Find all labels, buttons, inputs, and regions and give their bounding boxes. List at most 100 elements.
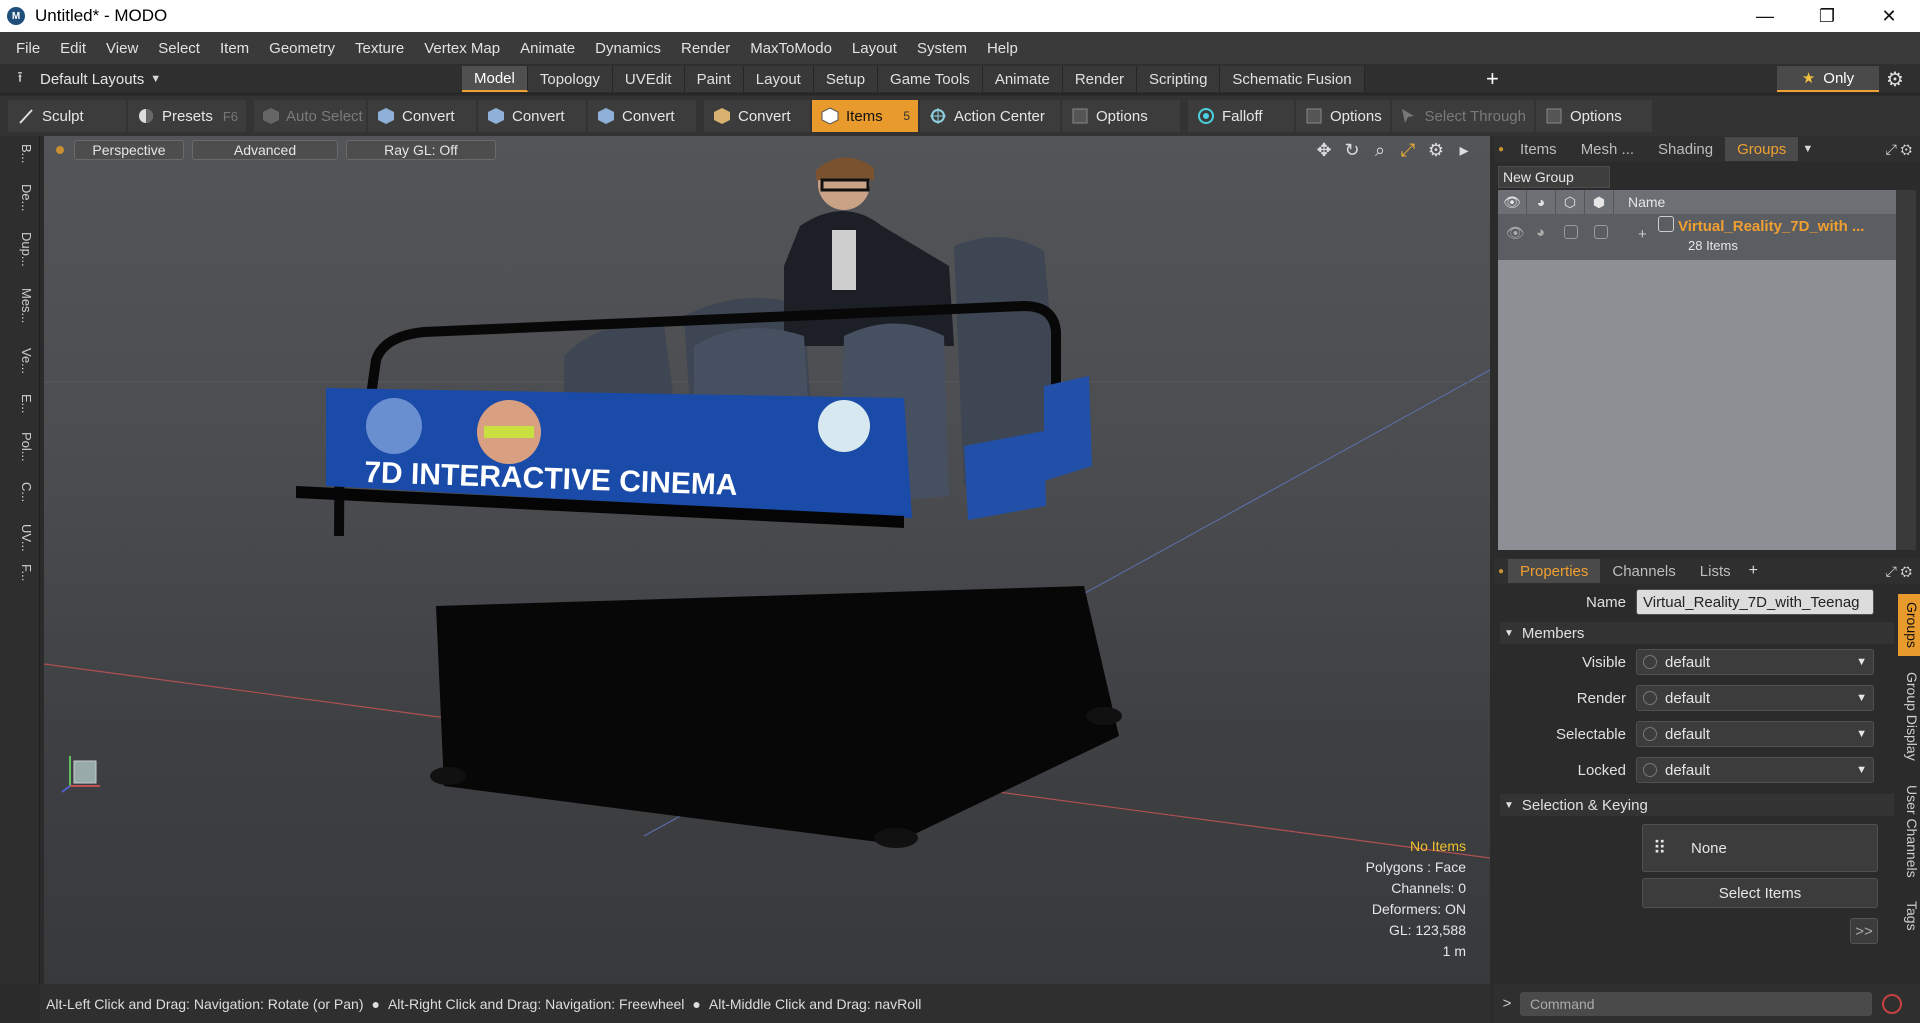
name-field[interactable]: Virtual_Reality_7D_with_Teenag bbox=[1636, 589, 1874, 615]
menu-item[interactable]: Item bbox=[210, 40, 259, 57]
menu-file[interactable]: File bbox=[6, 40, 50, 57]
tab-animate[interactable]: Animate bbox=[982, 66, 1063, 92]
left-tab-uv[interactable]: UV... bbox=[6, 524, 34, 552]
tab-layout[interactable]: Layout bbox=[743, 66, 814, 92]
menu-select[interactable]: Select bbox=[148, 40, 210, 57]
tab-lists[interactable]: Lists bbox=[1688, 559, 1743, 583]
group-row[interactable]: 👁 ◕ + Virtual_Reality_7D_with ... 28 Ite… bbox=[1498, 214, 1896, 260]
side-tab-tags[interactable]: Tags bbox=[1898, 896, 1920, 936]
menu-vertex-map[interactable]: Vertex Map bbox=[414, 40, 510, 57]
options-button-3[interactable]: Options bbox=[1536, 100, 1652, 132]
tab-shading[interactable]: Shading bbox=[1646, 137, 1725, 161]
convert-button-3[interactable]: Convert bbox=[588, 100, 696, 132]
expand-panel-icon[interactable]: ⤢ ⚙ bbox=[1886, 141, 1912, 158]
view-perspective-button[interactable]: Perspective bbox=[74, 140, 184, 160]
tab-topology[interactable]: Topology bbox=[527, 66, 613, 92]
menu-edit[interactable]: Edit bbox=[50, 40, 96, 57]
shading-advanced-button[interactable]: Advanced bbox=[192, 140, 338, 160]
side-tab-user-channels[interactable]: User Channels bbox=[1898, 776, 1920, 886]
tab-render[interactable]: Render bbox=[1062, 66, 1138, 92]
collapse-arrow-icon[interactable]: ⭱ bbox=[0, 67, 40, 92]
render-dropdown[interactable]: default ▼ bbox=[1636, 685, 1874, 711]
sculpt-button[interactable]: Sculpt bbox=[8, 100, 126, 132]
tab-channels[interactable]: Channels bbox=[1600, 559, 1687, 583]
left-tab-vertex[interactable]: Ve... bbox=[6, 348, 34, 374]
viewport-gear-icon[interactable]: ⚙ bbox=[1422, 140, 1450, 161]
side-tab-group-display[interactable]: Group Display bbox=[1898, 666, 1920, 766]
convert-button-2[interactable]: Convert bbox=[478, 100, 586, 132]
menu-render[interactable]: Render bbox=[671, 40, 740, 57]
minimize-button[interactable]: — bbox=[1734, 0, 1796, 32]
new-group-button[interactable]: New Group bbox=[1498, 166, 1610, 188]
move-view-icon[interactable]: ✥ bbox=[1310, 140, 1338, 161]
left-tab-deform[interactable]: De... bbox=[6, 184, 34, 211]
tab-mesh[interactable]: Mesh ... bbox=[1569, 137, 1646, 161]
lock-icon[interactable]: ⬡ bbox=[1556, 190, 1585, 214]
left-tab-polygon[interactable]: Pol... bbox=[6, 432, 34, 462]
menu-system[interactable]: System bbox=[907, 40, 977, 57]
menu-maxtomodo[interactable]: MaxToModo bbox=[740, 40, 842, 57]
tab-groups[interactable]: Groups bbox=[1725, 137, 1799, 161]
left-tab-duplicate[interactable]: Dup... bbox=[6, 232, 34, 267]
convert-button-4[interactable]: Convert bbox=[704, 100, 810, 132]
selection-keying-section[interactable]: ▼ Selection & Keying bbox=[1500, 794, 1894, 816]
visible-dropdown[interactable]: default ▼ bbox=[1636, 649, 1874, 675]
left-tab-mesh-edit[interactable]: Mes... bbox=[6, 288, 34, 323]
left-tab-fusion[interactable]: F... bbox=[6, 564, 34, 581]
row-select-checkbox[interactable] bbox=[1594, 225, 1608, 239]
menu-view[interactable]: View bbox=[96, 40, 148, 57]
gear-icon[interactable]: ⚙ bbox=[1886, 67, 1904, 92]
convert-button-1[interactable]: Convert bbox=[368, 100, 476, 132]
tab-paint[interactable]: Paint bbox=[684, 66, 744, 92]
falloff-button[interactable]: Falloff bbox=[1188, 100, 1294, 132]
menu-animate[interactable]: Animate bbox=[510, 40, 585, 57]
visibility-eye-icon[interactable]: 👁 bbox=[1498, 190, 1527, 214]
tab-properties[interactable]: Properties bbox=[1508, 559, 1601, 583]
tab-uvedit[interactable]: UVEdit bbox=[612, 66, 685, 92]
row-lock-checkbox[interactable] bbox=[1564, 225, 1578, 239]
fit-view-icon[interactable]: ⤢ bbox=[1394, 140, 1422, 161]
select-through-button[interactable]: Select Through bbox=[1392, 100, 1534, 132]
render-icon[interactable]: ◕ bbox=[1527, 190, 1556, 214]
add-tab-icon[interactable]: + bbox=[1749, 562, 1758, 580]
tab-model[interactable]: Model bbox=[462, 66, 528, 92]
presets-button[interactable]: Presets F6 bbox=[128, 100, 246, 132]
layout-selector[interactable]: ⭱ Default Layouts ▼ bbox=[0, 64, 161, 94]
maximize-button[interactable]: ❐ bbox=[1796, 0, 1858, 32]
zoom-view-icon[interactable]: ⌕ bbox=[1366, 140, 1394, 161]
tab-setup[interactable]: Setup bbox=[813, 66, 879, 92]
left-tab-basic[interactable]: B... bbox=[6, 144, 34, 164]
members-section[interactable]: ▼ Members bbox=[1500, 622, 1894, 644]
items-mode-button[interactable]: Items 5 bbox=[812, 100, 918, 132]
rotate-view-icon[interactable]: ↻ bbox=[1338, 140, 1366, 161]
expand-panel-icon[interactable]: ⤢ ⚙ bbox=[1886, 563, 1912, 580]
none-button[interactable]: ⠿ None bbox=[1642, 824, 1878, 872]
menu-help[interactable]: Help bbox=[977, 40, 1028, 57]
3d-viewport[interactable]: 7D INTERACTIVE CINEMA Perspective Advanc… bbox=[44, 136, 1490, 984]
tab-items[interactable]: Items bbox=[1508, 137, 1569, 161]
left-tab-curve[interactable]: C... bbox=[6, 482, 34, 502]
menu-layout[interactable]: Layout bbox=[842, 40, 907, 57]
more-button[interactable]: >> bbox=[1850, 918, 1878, 944]
tab-scripting[interactable]: Scripting bbox=[1137, 66, 1221, 92]
viewport-more-icon[interactable]: ▸ bbox=[1450, 140, 1478, 161]
stop-icon[interactable] bbox=[1882, 993, 1902, 1014]
row-render-icon[interactable]: ◕ bbox=[1536, 224, 1545, 241]
action-center-button[interactable]: Action Center bbox=[920, 100, 1060, 132]
add-tab-button[interactable]: + bbox=[1486, 66, 1499, 92]
options-button-1[interactable]: Options bbox=[1062, 100, 1180, 132]
ray-gl-button[interactable]: Ray GL: Off bbox=[346, 140, 496, 160]
expand-plus-icon[interactable]: + bbox=[1638, 226, 1647, 243]
tab-game-tools[interactable]: Game Tools bbox=[878, 66, 983, 92]
menu-geometry[interactable]: Geometry bbox=[259, 40, 345, 57]
viewport-status-dot[interactable] bbox=[56, 146, 64, 154]
select-icon[interactable]: ⬢ bbox=[1585, 190, 1614, 214]
locked-dropdown[interactable]: default ▼ bbox=[1636, 757, 1874, 783]
options-button-2[interactable]: Options bbox=[1296, 100, 1390, 132]
auto-select-button[interactable]: Auto Select bbox=[254, 100, 366, 132]
row-eye-icon[interactable]: 👁 bbox=[1506, 224, 1525, 242]
close-button[interactable]: ✕ bbox=[1858, 0, 1920, 32]
select-items-button[interactable]: Select Items bbox=[1642, 878, 1878, 908]
groups-scrollbar[interactable] bbox=[1896, 190, 1916, 550]
menu-texture[interactable]: Texture bbox=[345, 40, 414, 57]
